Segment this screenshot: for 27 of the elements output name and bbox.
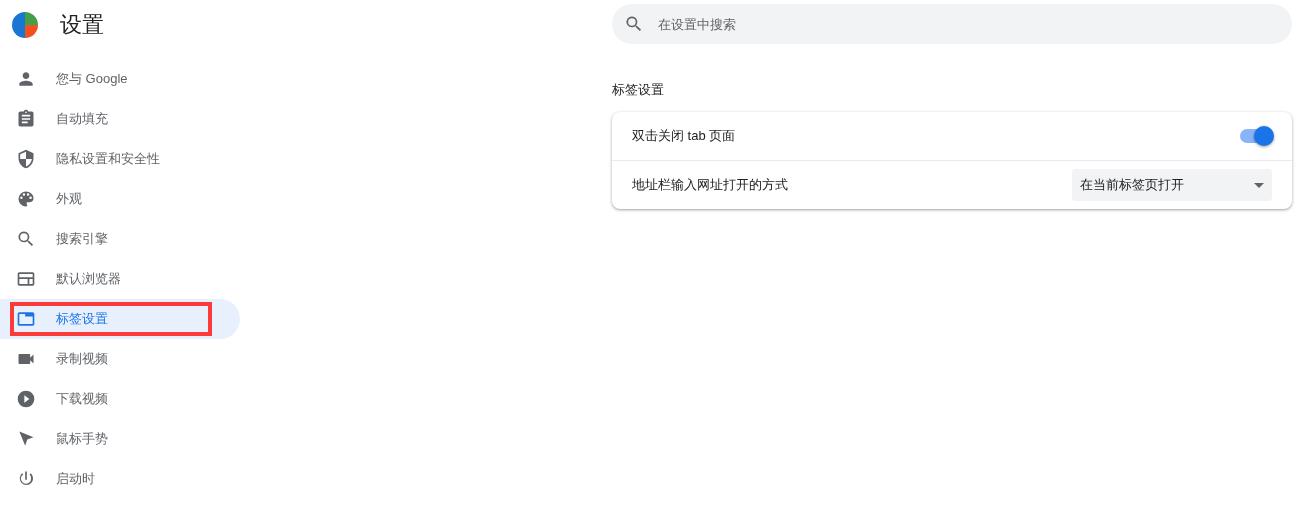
sidebar-item[interactable]: 自动填充 xyxy=(0,99,240,139)
sidebar-item[interactable]: 鼠标手势 xyxy=(0,419,240,459)
sidebar-item[interactable]: 默认浏览器 xyxy=(0,259,240,299)
sidebar-item[interactable]: 启动时 xyxy=(0,459,240,499)
setting-label: 地址栏输入网址打开的方式 xyxy=(632,176,788,194)
dropdown[interactable]: 在当前标签页打开 xyxy=(1072,169,1272,201)
palette-icon xyxy=(16,189,36,209)
setting-label: 双击关闭 tab 页面 xyxy=(632,127,736,145)
sidebar-item[interactable]: 搜索引擎 xyxy=(0,219,240,259)
sidebar-item[interactable]: 下载视频 xyxy=(0,379,240,419)
toggle-switch[interactable] xyxy=(1240,129,1272,143)
logo-icon xyxy=(12,12,38,38)
folder-tab-icon xyxy=(16,309,36,329)
shield-icon xyxy=(16,149,36,169)
sidebar-item[interactable]: 录制视频 xyxy=(0,339,240,379)
sidebar-item[interactable]: 外观 xyxy=(0,179,240,219)
search-field[interactable]: 在设置中搜索 xyxy=(612,4,1292,44)
sidebar-item[interactable]: 标签设置 xyxy=(0,299,240,339)
sidebar-item[interactable]: 您与 Google xyxy=(0,59,240,99)
sidebar-item[interactable]: 隐私设置和安全性 xyxy=(0,139,240,179)
search-icon xyxy=(16,229,36,249)
page-title: 设置 xyxy=(60,11,104,39)
section-title: 标签设置 xyxy=(612,81,665,99)
browser-window-icon xyxy=(16,269,36,289)
caret-icon xyxy=(1254,182,1264,188)
clipboard-icon xyxy=(16,109,36,129)
search-icon xyxy=(624,14,644,34)
